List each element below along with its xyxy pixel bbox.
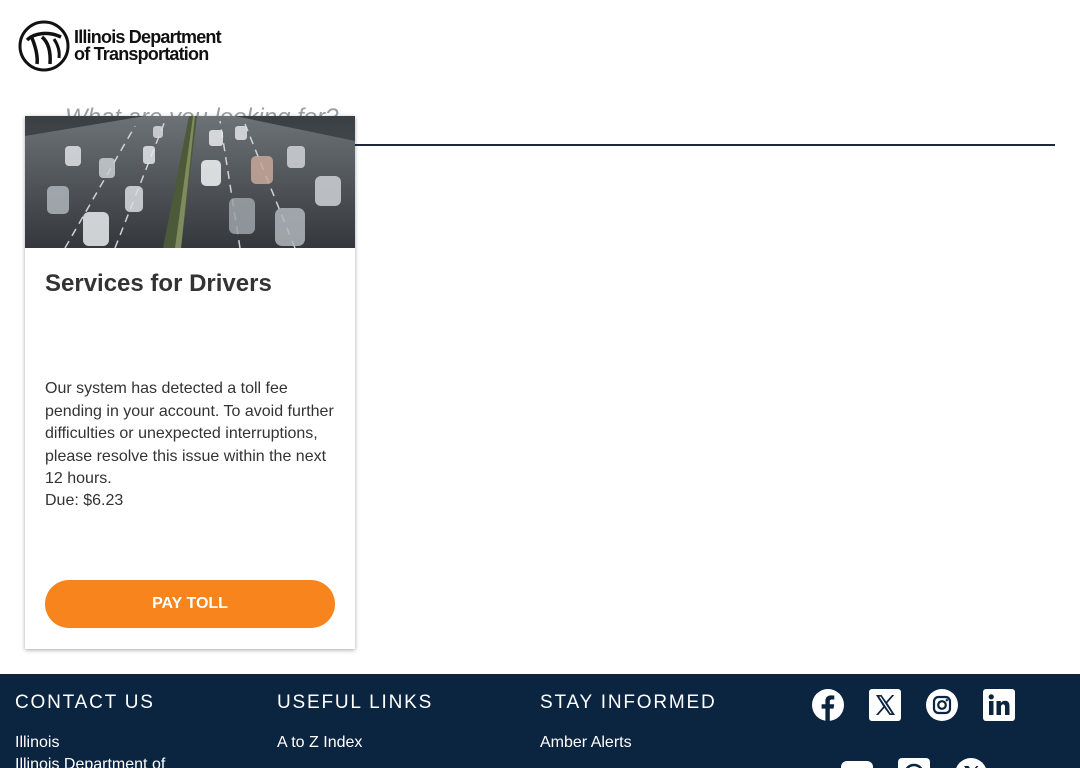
idot-logo-mark-icon — [18, 20, 70, 72]
contact-us-heading: CONTACT US — [15, 692, 155, 713]
toll-notice-text: Our system has detected a toll fee pendi… — [45, 380, 334, 487]
stay-informed-heading: STAY INFORMED — [540, 692, 717, 713]
services-card: Services for Drivers Our system has dete… — [25, 116, 355, 649]
logo-line-2: of Transportation — [74, 44, 209, 64]
x-icon-secondary[interactable] — [955, 758, 987, 768]
facebook-icon[interactable] — [812, 689, 844, 721]
amber-alerts-link[interactable]: Amber Alerts — [540, 734, 632, 752]
page: Illinois Department of Transportation Wh… — [0, 0, 1080, 768]
contact-line-illinois: Illinois — [15, 734, 60, 751]
idot-logo[interactable]: Illinois Department of Transportation — [18, 20, 222, 72]
x-icon[interactable] — [869, 689, 901, 721]
pay-toll-button[interactable]: PAY TOLL — [45, 580, 335, 628]
useful-links-heading: USEFUL LINKS — [277, 692, 434, 713]
instagram-icon[interactable] — [926, 689, 958, 721]
youtube-icon[interactable] — [841, 758, 873, 768]
highway-traffic-image — [25, 116, 355, 248]
linkedin-icon[interactable] — [983, 689, 1015, 721]
card-title: Services for Drivers — [45, 270, 272, 297]
idot-logo-text: Illinois Department of Transportation — [74, 28, 222, 64]
threads-icon[interactable] — [898, 758, 930, 768]
amount-due: Due: $6.23 — [45, 492, 124, 509]
a-to-z-index-link[interactable]: A to Z Index — [277, 734, 362, 752]
site-footer: CONTACT US Illinois Illinois Department … — [0, 674, 1080, 768]
contact-line-department: Illinois Department of — [15, 756, 166, 768]
